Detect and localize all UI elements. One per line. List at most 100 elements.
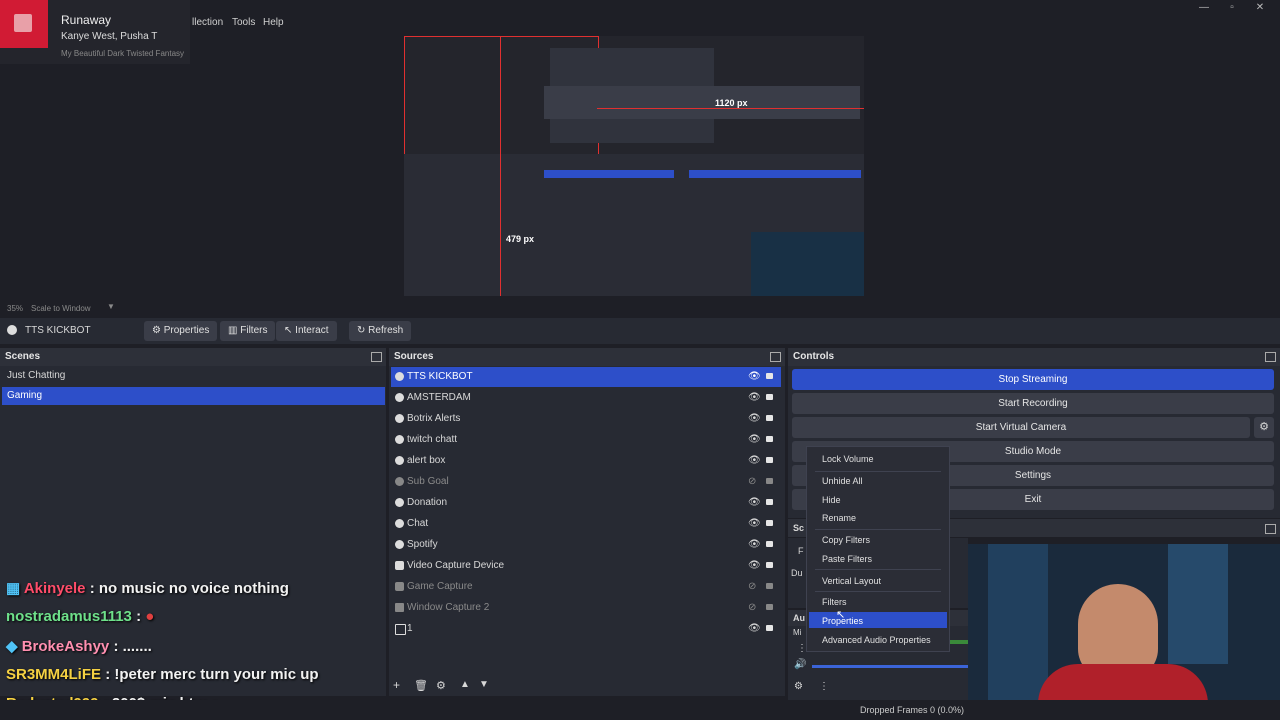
menu-hide[interactable]: Hide	[822, 495, 841, 505]
selected-source-name: TTS KICKBOT	[25, 325, 91, 336]
lock-icon[interactable]	[766, 499, 773, 505]
scene-item-gaming[interactable]: Gaming	[2, 387, 385, 405]
chat-message: : no music no voice nothing	[89, 580, 289, 597]
eye-icon[interactable]: 👁	[748, 619, 761, 639]
remove-source-icon[interactable]: 🗑	[414, 679, 428, 692]
popout-icon[interactable]	[371, 352, 382, 362]
menu-lock-volume[interactable]: Lock Volume	[822, 454, 874, 464]
source-row-1[interactable]: 1 👁	[391, 619, 781, 639]
lock-icon[interactable]	[766, 625, 773, 631]
eye-hidden-icon[interactable]: ⊘	[748, 577, 756, 597]
refresh-label: Refresh	[368, 325, 404, 336]
source-row-sub-goal[interactable]: Sub Goal ⊘	[391, 472, 781, 492]
source-row-donation[interactable]: Donation 👁	[391, 493, 781, 513]
menu-help[interactable]: Help	[263, 17, 284, 28]
close-button[interactable]: ✕	[1249, 2, 1271, 13]
audio-label-mi: Mi	[793, 628, 802, 637]
eye-icon[interactable]: 👁	[748, 409, 761, 429]
gear-icon[interactable]: ⚙	[1254, 417, 1274, 438]
source-name: TTS KICKBOT	[407, 371, 473, 382]
browser-source-icon	[395, 456, 404, 465]
source-name: AMSTERDAM	[407, 392, 471, 403]
browser-source-icon	[395, 477, 404, 486]
lock-icon[interactable]	[766, 520, 773, 526]
lock-icon[interactable]	[766, 562, 773, 568]
browser-source-icon	[395, 435, 404, 444]
eye-icon[interactable]: 👁	[748, 388, 761, 408]
source-row-spotify[interactable]: Spotify 👁	[391, 535, 781, 555]
preview-canvas[interactable]: 1120 px 479 px	[404, 36, 864, 296]
chevron-down-icon[interactable]: ▼	[107, 302, 115, 311]
source-row-botrix-alerts[interactable]: Botrix Alerts 👁	[391, 409, 781, 429]
interact-label: Interact	[295, 325, 329, 336]
minimize-button[interactable]: —	[1193, 2, 1215, 13]
refresh-button[interactable]: ↻ Refresh	[349, 321, 412, 341]
move-down-icon[interactable]: ▼	[479, 679, 489, 690]
source-row-chat[interactable]: Chat 👁	[391, 514, 781, 534]
menu-paste-filters: Paste Filters	[822, 554, 873, 564]
kebab-menu-icon[interactable]: ⋮	[819, 681, 829, 692]
eye-hidden-icon[interactable]: ⊘	[748, 598, 756, 618]
eye-icon[interactable]: 👁	[748, 367, 761, 387]
menu-unhide-all[interactable]: Unhide All	[822, 476, 863, 486]
source-row-video-capture-device[interactable]: Video Capture Device 👁	[391, 556, 781, 576]
gear-icon[interactable]: ⚙	[794, 681, 803, 692]
lock-icon[interactable]	[766, 583, 773, 589]
window-icon	[395, 603, 404, 612]
menu-vertical-layout[interactable]: Vertical Layout	[822, 576, 881, 586]
lock-icon[interactable]	[766, 436, 773, 442]
lock-icon[interactable]	[766, 604, 773, 610]
lock-icon[interactable]	[766, 478, 773, 484]
filters-button[interactable]: ▥ Filters	[220, 321, 276, 341]
source-row-alert-box[interactable]: alert box 👁	[391, 451, 781, 471]
source-row-amsterdam[interactable]: AMSTERDAM 👁	[391, 388, 781, 408]
eye-icon[interactable]: 👁	[748, 556, 761, 576]
maximize-button[interactable]: ▫	[1221, 2, 1243, 13]
guide-line-horizontal	[597, 108, 864, 109]
menu-copy-filters: Copy Filters	[822, 535, 871, 545]
browser-source-icon	[395, 540, 404, 549]
eye-icon[interactable]: 👁	[748, 535, 761, 555]
popout-icon[interactable]	[1265, 524, 1276, 534]
eye-icon[interactable]: 👁	[748, 514, 761, 534]
lock-icon[interactable]	[766, 415, 773, 421]
menu-rename[interactable]: Rename	[822, 513, 856, 523]
source-name: Window Capture 2	[407, 602, 490, 613]
source-row-game-capture[interactable]: Game Capture ⊘	[391, 577, 781, 597]
gamepad-icon	[395, 582, 404, 591]
popout-icon[interactable]	[1265, 352, 1276, 362]
scale-mode[interactable]: Scale to Window	[31, 304, 91, 313]
popout-icon[interactable]	[770, 352, 781, 362]
lock-icon[interactable]	[766, 373, 773, 379]
eye-icon[interactable]: 👁	[748, 430, 761, 450]
lock-icon[interactable]	[766, 394, 773, 400]
lock-icon[interactable]	[766, 457, 773, 463]
start-recording-button[interactable]: Start Recording	[792, 393, 1274, 414]
source-row-tts-kickbot[interactable]: TTS KICKBOT 👁	[391, 367, 781, 387]
lock-icon[interactable]	[766, 541, 773, 547]
refresh-icon: ↻	[357, 325, 366, 336]
move-up-icon[interactable]: ▲	[460, 679, 470, 690]
menu-advanced-audio-properties[interactable]: Advanced Audio Properties	[822, 635, 931, 645]
interact-button[interactable]: ↖ Interact	[276, 321, 337, 341]
menu-filters[interactable]: Filters	[822, 597, 847, 607]
menu-collection[interactable]: llection	[192, 17, 223, 28]
start-virtual-camera-button[interactable]: Start Virtual Camera	[792, 417, 1250, 438]
filter-icon: ▥	[228, 325, 238, 336]
audio-title-partial: Au	[793, 613, 805, 623]
properties-button[interactable]: ⚙ Properties	[144, 321, 218, 341]
volume-slider[interactable]	[812, 665, 968, 668]
source-row-twitch-chatt[interactable]: twitch chatt 👁	[391, 430, 781, 450]
scene-item-just-chatting[interactable]: Just Chatting	[2, 367, 385, 385]
stop-streaming-button[interactable]: Stop Streaming	[792, 369, 1274, 390]
gear-icon[interactable]: ⚙	[436, 679, 446, 692]
speaker-icon[interactable]: 🔊	[794, 659, 806, 670]
add-source-icon[interactable]: +	[393, 678, 400, 692]
eye-icon[interactable]: 👁	[748, 451, 761, 471]
source-row-window-capture-2[interactable]: Window Capture 2 ⊘	[391, 598, 781, 618]
eye-icon[interactable]: 👁	[748, 493, 761, 513]
eye-hidden-icon[interactable]: ⊘	[748, 472, 756, 492]
browser-source-icon	[395, 498, 404, 507]
menu-separator	[815, 471, 941, 472]
menu-tools[interactable]: Tools	[232, 17, 255, 28]
